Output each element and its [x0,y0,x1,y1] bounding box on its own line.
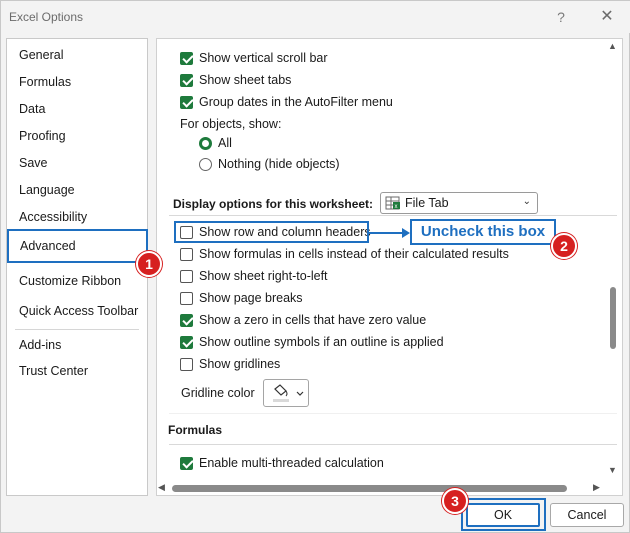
sidebar-item-add-ins[interactable]: Add-ins [7,332,147,358]
horizontal-scrollbar[interactable]: ◀ ▶ [156,481,606,495]
checkbox[interactable] [180,313,193,327]
checkbox[interactable] [180,73,193,87]
sidebar-item-general[interactable]: General [7,42,147,68]
worksheet-select[interactable]: x File Tab ⌄ [380,192,538,214]
step-badge-2: 2 [551,233,577,259]
scroll-thumb[interactable] [610,287,616,349]
scroll-right-icon[interactable]: ▶ [593,482,600,493]
help-button[interactable]: ? [551,7,571,27]
sidebar-item-formulas[interactable]: Formulas [7,69,147,95]
radio-objects-nothing[interactable]: Nothing (hide objects) [199,154,340,174]
step-badge-3: 3 [442,488,468,514]
svg-text:x: x [395,204,398,210]
ok-button[interactable]: OK [466,503,540,527]
option-show-outline-symbols[interactable]: Show outline symbols if an outline is ap… [180,332,444,352]
formulas-heading: Formulas [168,423,223,437]
option-show-zero[interactable]: Show a zero in cells that have zero valu… [180,310,426,330]
sidebar-item-save[interactable]: Save [7,150,147,176]
checkbox[interactable] [180,291,193,305]
checkbox[interactable] [180,247,193,261]
excel-options-dialog: Excel Options ? ✕ General Formulas Data … [0,0,630,533]
sidebar-item-language[interactable]: Language [7,177,147,203]
close-button[interactable]: ✕ [597,7,617,27]
section-spacer [169,413,617,414]
section-divider [169,215,617,216]
checkbox[interactable] [180,95,193,109]
chevron-down-icon: ⌄ [522,196,531,207]
worksheet-options-heading: Display options for this worksheet: [173,197,374,211]
radio-button[interactable] [199,157,212,171]
highlight-box [174,221,369,243]
scroll-down-icon[interactable]: ▼ [608,465,617,475]
radio-objects-all[interactable]: All [199,133,232,153]
callout-label: Uncheck this box [410,219,556,245]
paint-bucket-icon [273,384,304,402]
gridline-color-label: Gridline color [181,386,255,400]
sidebar-item-customize-ribbon[interactable]: Customize Ribbon [7,268,147,294]
sidebar-divider [15,329,139,330]
arrow-right-icon [402,228,410,238]
scroll-thumb[interactable] [172,485,567,492]
objects-label: For objects, show: [180,117,282,131]
option-group-dates[interactable]: Group dates in the AutoFilter menu [180,92,393,112]
option-multi-threaded-calc[interactable]: Enable multi-threaded calculation [180,453,384,473]
sidebar-item-quick-access-toolbar[interactable]: Quick Access Toolbar [7,298,147,324]
sidebar-item-data[interactable]: Data [7,96,147,122]
option-show-formulas[interactable]: Show formulas in cells instead of their … [180,244,509,264]
option-show-sheet-tabs[interactable]: Show sheet tabs [180,70,291,90]
title-bar: Excel Options ? ✕ [1,1,630,33]
radio-button[interactable] [199,136,212,150]
option-show-gridlines[interactable]: Show gridlines [180,354,280,374]
option-show-vertical-scroll-bar[interactable]: Show vertical scroll bar [180,48,328,68]
vertical-scrollbar[interactable]: ▲ ▼ [606,41,620,483]
checkbox[interactable] [180,335,193,349]
cancel-button[interactable]: Cancel [550,503,624,527]
sidebar-item-trust-center[interactable]: Trust Center [7,358,147,384]
checkbox[interactable] [180,456,193,470]
options-panel: Show vertical scroll bar Show sheet tabs… [156,38,623,496]
gridline-color-picker[interactable] [263,379,309,407]
scroll-left-icon[interactable]: ◀ [158,482,165,493]
option-show-page-breaks[interactable]: Show page breaks [180,288,303,308]
step-badge-1: 1 [136,251,162,277]
checkbox[interactable] [180,269,193,283]
sidebar-item-advanced[interactable]: Advanced [7,229,148,263]
section-divider [169,444,617,445]
scroll-up-icon[interactable]: ▲ [608,41,617,51]
checkbox[interactable] [180,51,193,65]
option-show-sheet-rtl[interactable]: Show sheet right-to-left [180,266,328,286]
checkbox[interactable] [180,357,193,371]
dialog-title: Excel Options [9,10,84,24]
arrow-line [369,232,405,234]
sidebar-item-proofing[interactable]: Proofing [7,123,147,149]
excel-sheet-icon: x [385,196,401,210]
category-sidebar: General Formulas Data Proofing Save Lang… [6,38,148,496]
sidebar-item-accessibility[interactable]: Accessibility [7,204,147,230]
